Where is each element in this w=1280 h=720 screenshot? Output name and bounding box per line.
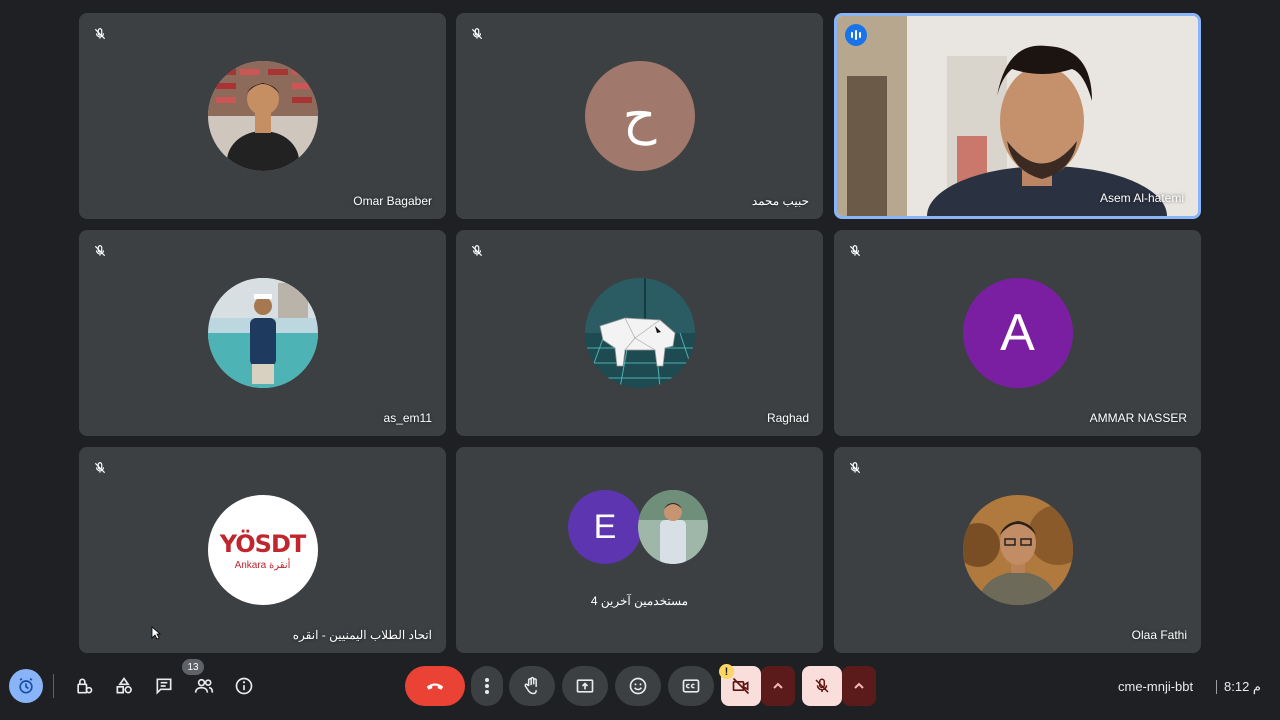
mic-off-icon	[815, 678, 829, 693]
chat-button[interactable]	[152, 674, 176, 698]
participant-name: Raghad	[766, 411, 809, 425]
avatar-photo	[207, 278, 318, 388]
participant-tile-asem[interactable]: Asem Al-hatemi	[834, 13, 1201, 219]
host-controls-icon	[77, 678, 93, 694]
camera-off-icon	[732, 677, 750, 695]
participant-tile-as-em11[interactable]: as_em11	[79, 230, 446, 436]
captions-icon	[682, 679, 700, 693]
avatar-photo	[207, 61, 318, 171]
participant-tile-omar[interactable]: Omar Bagaber	[79, 13, 446, 219]
participant-name: as_em11	[383, 411, 432, 425]
mic-off-icon	[468, 25, 486, 43]
participant-name: حبيب محمد	[751, 194, 809, 208]
end-call-icon	[426, 683, 444, 690]
participant-name: اتحاد الطلاب اليمنيين - انقره	[292, 628, 432, 642]
mic-options-button[interactable]	[842, 666, 876, 706]
toolbar-divider	[53, 674, 54, 698]
present-icon	[576, 679, 594, 693]
mic-off-icon	[91, 242, 109, 260]
more-options-icon	[485, 678, 489, 694]
participant-name: AMMAR NASSER	[1089, 411, 1187, 425]
timer-icon	[19, 677, 33, 694]
leave-call-button[interactable]	[405, 666, 465, 706]
present-button[interactable]	[562, 666, 608, 706]
participant-tile-ammar[interactable]: A AMMAR NASSER	[834, 230, 1201, 436]
participant-name: Omar Bagaber	[353, 194, 432, 208]
timer-button[interactable]	[9, 669, 43, 703]
mic-off-icon	[468, 242, 486, 260]
mic-off-icon	[91, 25, 109, 43]
emoji-button[interactable]	[615, 666, 661, 706]
avatar-image	[584, 278, 695, 388]
avatar-initial: E	[568, 490, 642, 564]
participant-name: Asem Al-hatemi	[1099, 191, 1184, 205]
participant-tile-raghad[interactable]: Raghad	[456, 230, 823, 436]
people-button[interactable]	[192, 674, 216, 698]
emoji-icon	[629, 677, 647, 695]
participant-count-badge: 13	[182, 659, 204, 675]
chevron-up-icon	[854, 682, 864, 689]
raise-hand-button[interactable]	[509, 666, 555, 706]
raise-hand-icon	[524, 676, 537, 695]
activities-button[interactable]	[112, 674, 136, 698]
info-icon	[235, 677, 253, 695]
toolbar-divider	[1216, 680, 1217, 694]
activities-icon	[116, 677, 132, 694]
chat-icon	[156, 678, 172, 695]
avatar-photo	[962, 495, 1073, 605]
meeting-info-button[interactable]	[232, 674, 256, 698]
organization-logo: YÖSDT Ankara أنقرة	[207, 495, 318, 605]
avatar-initial: ح	[584, 61, 695, 171]
participant-tile-others[interactable]: E 4 مستخدمين آخرين	[456, 447, 823, 653]
captions-button[interactable]	[668, 666, 714, 706]
other-participants-label: 4 مستخدمين آخرين	[590, 594, 689, 608]
participant-tile-habib[interactable]: ح حبيب محمد	[456, 13, 823, 219]
people-icon	[194, 678, 214, 693]
meeting-code: cme-mnji-bbt	[1118, 679, 1194, 694]
more-options-button[interactable]	[471, 666, 503, 706]
host-controls-button[interactable]	[72, 674, 96, 698]
clock: 8:12 م	[1224, 679, 1261, 694]
camera-warning-badge: !	[719, 664, 734, 679]
avatar-initial: A	[962, 278, 1073, 388]
mic-toggle-button[interactable]	[802, 666, 842, 706]
participant-name: Olaa Fathi	[1131, 628, 1187, 642]
mic-off-icon	[846, 459, 864, 477]
chevron-up-icon	[773, 682, 783, 689]
mouse-cursor-icon	[151, 626, 161, 640]
mic-off-icon	[91, 459, 109, 477]
participant-tile-yosdt[interactable]: YÖSDT Ankara أنقرة اتحاد الطلاب اليمنيين…	[79, 447, 446, 653]
avatar-photo	[638, 490, 708, 564]
video-feed	[837, 16, 1198, 216]
camera-options-button[interactable]	[761, 666, 795, 706]
mic-off-icon	[846, 242, 864, 260]
participant-tile-olaa[interactable]: Olaa Fathi	[834, 447, 1201, 653]
speaking-indicator-icon	[845, 24, 867, 46]
